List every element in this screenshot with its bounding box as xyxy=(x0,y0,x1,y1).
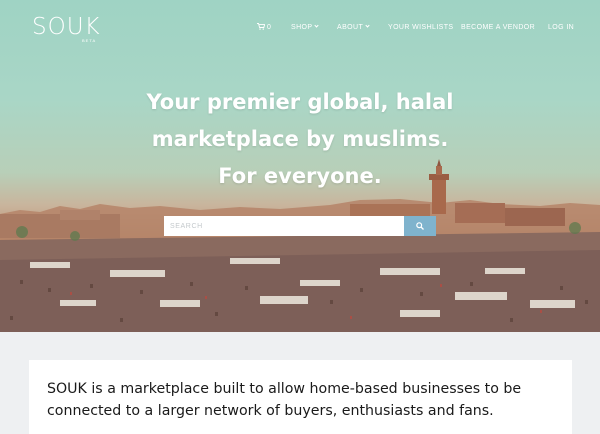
hero-headline-line: marketplace by muslims. xyxy=(151,127,449,151)
chevron-down-icon xyxy=(314,23,320,28)
nav-login[interactable]: LOG IN xyxy=(548,22,574,34)
nav-cart[interactable]: 0 xyxy=(257,22,271,34)
nav-about-label: ABOUT xyxy=(337,24,364,31)
chevron-down-icon xyxy=(365,23,370,28)
nav-about[interactable]: ABOUT xyxy=(337,22,370,34)
about-description: SOUK is a marketplace built to allow hom… xyxy=(47,381,522,419)
cart-icon xyxy=(257,23,265,30)
main-nav: 0 SHOP ABOUT YOUR WISHLISTS BECOME A VEN… xyxy=(0,22,600,34)
nav-shop[interactable]: SHOP xyxy=(291,22,320,34)
hero-headline: Your premier global, halal marketplace b… xyxy=(90,84,510,195)
search-input[interactable] xyxy=(164,216,404,236)
hero-section: SOUK BETA 0 SHOP ABOUT YOUR WISHLISTS BE… xyxy=(0,0,600,332)
search-icon xyxy=(416,222,424,230)
nav-shop-label: SHOP xyxy=(291,24,313,31)
cart-count: 0 xyxy=(267,24,272,31)
about-card: SOUK is a marketplace built to allow hom… xyxy=(29,360,572,434)
search-bar xyxy=(164,216,436,236)
brand-tagline: BETA xyxy=(82,38,97,43)
search-button[interactable] xyxy=(404,216,436,236)
nav-become-vendor[interactable]: BECOME A VENDOR xyxy=(461,22,535,34)
hero-headline-line: For everyone. xyxy=(218,164,382,188)
hero-headline-line: Your premier global, halal xyxy=(146,90,454,114)
nav-wishlists[interactable]: YOUR WISHLISTS xyxy=(388,22,454,34)
